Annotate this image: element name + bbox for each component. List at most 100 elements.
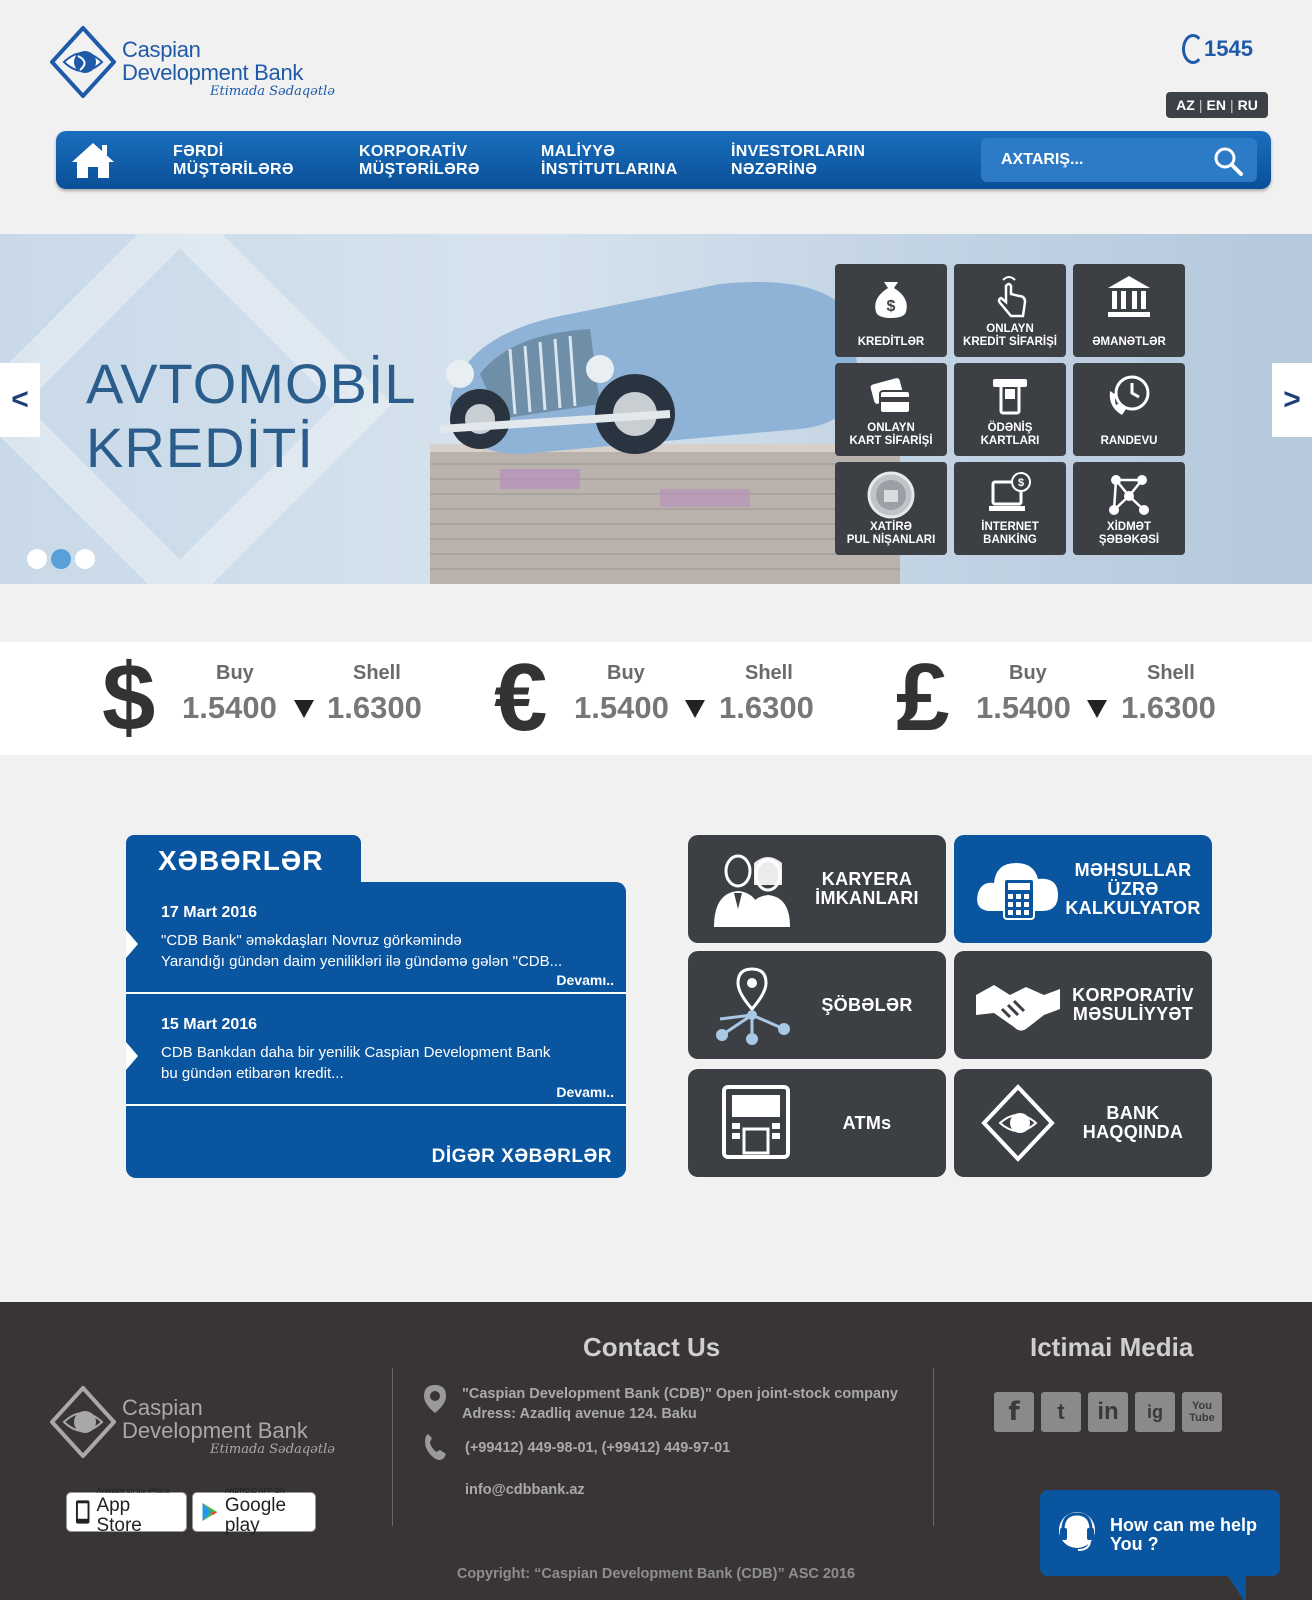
contact-company: "Caspian Development Bank (CDB)" Open jo… xyxy=(462,1386,898,1402)
service-corporate-responsibility[interactable]: KORPORATİV MƏSULİYYƏT xyxy=(954,951,1212,1059)
news-line: bu gündən etibarən kredit... xyxy=(161,1065,344,1082)
tile-online-loan[interactable]: ONLAYN KREDİT SİFARİŞİ xyxy=(954,264,1066,357)
tile-label: ONLAYN KART SİFARİŞİ xyxy=(849,422,933,447)
lang-az[interactable]: AZ xyxy=(1176,97,1195,113)
touch-hand-icon xyxy=(997,276,1027,318)
contact-phones[interactable]: (+99412) 449-98-01, (+99412) 449-97-01 xyxy=(465,1438,730,1458)
phone-clock-icon xyxy=(1109,375,1150,415)
news-more-link[interactable]: Devamı.. xyxy=(556,1084,614,1100)
card-hand-icon xyxy=(870,378,911,414)
all-news-link[interactable]: DİGƏR XƏBƏRLƏR xyxy=(432,1146,612,1168)
currency-symbol: $ xyxy=(102,644,156,751)
news-date: 15 Mart 2016 xyxy=(161,1016,258,1033)
tile-service-network[interactable]: XİDMƏT ŞƏBƏKƏSİ xyxy=(1073,462,1185,555)
nav-label: MALİYYƏ xyxy=(541,143,616,160)
phone-icon xyxy=(1182,34,1204,64)
news-item[interactable]: 15 Mart 2016 CDB Bankdan daha bir yenili… xyxy=(126,994,626,1106)
news-item[interactable]: 17 Mart 2016 "CDB Bank" əməkdaşları Novr… xyxy=(126,882,626,994)
people-icon xyxy=(714,854,790,927)
service-label: KORPORATİV MƏSULİYYƏT xyxy=(1072,985,1194,1024)
bank-building-icon xyxy=(1108,276,1150,317)
footer-divider xyxy=(392,1368,393,1526)
chat-widget[interactable]: How can me help You ? xyxy=(1040,1490,1280,1600)
lang-ru[interactable]: RU xyxy=(1238,97,1258,113)
contact-address-line: Adress: Azadliq avenue 124. Baku xyxy=(462,1406,697,1422)
bank-logo-mark-icon[interactable] xyxy=(50,26,116,98)
slider-dot-active[interactable] xyxy=(51,549,71,569)
tile-internet-banking[interactable]: $ İNTERNET BANKİNG xyxy=(954,462,1066,555)
currency-symbol: £ xyxy=(896,644,950,751)
news-text: CDB Bankdan daha bir yenilik Caspian Dev… xyxy=(161,1042,601,1084)
tile-payment-cards[interactable]: ÖDƏNİŞ KARTLARI xyxy=(954,363,1066,456)
facebook-icon[interactable]: f xyxy=(994,1392,1034,1432)
slider-dot[interactable] xyxy=(27,549,47,569)
footer-logo-icon[interactable] xyxy=(50,1386,116,1458)
footer-brand-line: Development Bank xyxy=(122,1418,308,1443)
car-on-money-image xyxy=(430,282,900,584)
home-icon[interactable] xyxy=(70,140,116,180)
youtube-icon[interactable]: You Tube xyxy=(1182,1392,1222,1432)
service-atms[interactable]: ATMs xyxy=(688,1069,946,1177)
app-store-badge[interactable]: Available on the iPhone App Store xyxy=(66,1488,187,1536)
sell-value: 1.6300 xyxy=(327,690,422,725)
service-label: ATMs xyxy=(842,1112,892,1133)
tile-label: XATİRƏ PUL NİŞANLARI xyxy=(846,521,936,546)
contact-email[interactable]: info@cdbbank.az xyxy=(465,1480,585,1500)
exchange-rates: $ Buy Shell 1.5400 1.6300 € Buy Shell 1.… xyxy=(0,642,1312,755)
service-about-bank[interactable]: BANK HAQQINDA xyxy=(954,1069,1212,1177)
tile-label: İNTERNET BANKİNG xyxy=(981,521,1039,546)
service-label: KARYERA İMKANLARI xyxy=(815,869,919,908)
sell-value: 1.6300 xyxy=(719,690,814,725)
google-play-badge[interactable]: ANDROID APP ON Google play xyxy=(192,1488,316,1536)
tile-appointment[interactable]: RANDEVU xyxy=(1073,363,1185,456)
service-branches[interactable]: ŞÖBƏLƏR xyxy=(688,951,946,1059)
currency-symbol: € xyxy=(494,644,548,751)
rate-usd: $ Buy Shell 1.5400 1.6300 xyxy=(102,642,432,755)
service-careers[interactable]: KARYERA İMKANLARI xyxy=(688,835,946,943)
nav-corporate[interactable]: KORPORATİV MÜŞTƏRİLƏRƏ xyxy=(359,143,480,179)
headline-line: AVTOMOBİL xyxy=(86,352,417,415)
linkedin-icon[interactable]: in xyxy=(1088,1392,1128,1432)
cloud-calculator-icon xyxy=(977,863,1058,920)
nav-investors[interactable]: İNVESTORLARIN NƏZƏRİNƏ xyxy=(731,143,865,179)
nav-label: MÜŞTƏRİLƏRƏ xyxy=(173,161,294,178)
search-input[interactable] xyxy=(981,138,1201,182)
footer-slogan: Etimada Sədaqətlə xyxy=(210,1442,335,1457)
twitter-icon[interactable]: t xyxy=(1041,1392,1081,1432)
svg-text:$: $ xyxy=(1018,477,1024,489)
chat-tail xyxy=(1228,1576,1246,1600)
contact-title: Contact Us xyxy=(583,1332,721,1362)
tile-loans[interactable]: $ KREDİTLƏR xyxy=(835,264,947,357)
location-pin-icon xyxy=(424,1385,446,1413)
instagram-icon[interactable]: ig xyxy=(1135,1392,1175,1432)
rate-gbp: £ Buy Shell 1.5400 1.6300 xyxy=(896,642,1226,755)
slider-prev-button[interactable]: < xyxy=(0,363,40,437)
contact-address: "Caspian Development Bank (CDB)" Open jo… xyxy=(462,1384,898,1424)
atm-icon xyxy=(722,1085,790,1159)
news-text: "CDB Bank" əməkdaşları Novruz görkəmində… xyxy=(161,930,601,972)
lang-en[interactable]: EN xyxy=(1206,97,1225,113)
search-icon[interactable] xyxy=(1213,146,1243,176)
banner-headline[interactable]: AVTOMOBİL KREDİTİ xyxy=(86,352,417,480)
social-title: Ictimai Media xyxy=(1030,1332,1194,1362)
tile-online-card[interactable]: ONLAYN KART SİFARİŞİ xyxy=(835,363,947,456)
hotline[interactable]: 1545 xyxy=(1182,34,1253,64)
slider-next-button[interactable]: > xyxy=(1272,363,1312,437)
nav-label: MÜŞTƏRİLƏRƏ xyxy=(359,161,480,178)
news-panel: 17 Mart 2016 "CDB Bank" əməkdaşları Novr… xyxy=(126,882,626,1178)
news-notch xyxy=(126,930,138,958)
nav-financial-institutions[interactable]: MALİYYƏ İNSTİTUTLARINA xyxy=(541,143,678,179)
phone-icon xyxy=(425,1434,446,1460)
tile-commemorative-coins[interactable]: XATİRƏ PUL NİŞANLARI xyxy=(835,462,947,555)
tile-label: ÖDƏNİŞ KARTLARI xyxy=(980,422,1040,447)
play-icon xyxy=(202,1503,218,1521)
slider-dot[interactable] xyxy=(75,549,95,569)
news-more-link[interactable]: Devamı.. xyxy=(556,972,614,988)
tile-deposits[interactable]: ƏMANƏTLƏR xyxy=(1073,264,1185,357)
service-calculator[interactable]: MƏHSULLAR ÜZRƏ KALKULYATOR xyxy=(954,835,1212,943)
nav-individual[interactable]: FƏRDİ MÜŞTƏRİLƏRƏ xyxy=(173,143,294,179)
brand-name[interactable]: Caspian Development Bank Etimada Sədaqət… xyxy=(122,38,335,100)
store-big-text: Google play xyxy=(224,1495,287,1536)
news-line: Yarandığı gündən daim yenilikləri ilə gü… xyxy=(161,953,563,970)
quick-links-grid: $ KREDİTLƏR ONLAYN KREDİT SİFARİŞİ ƏMANƏ… xyxy=(835,264,1185,555)
